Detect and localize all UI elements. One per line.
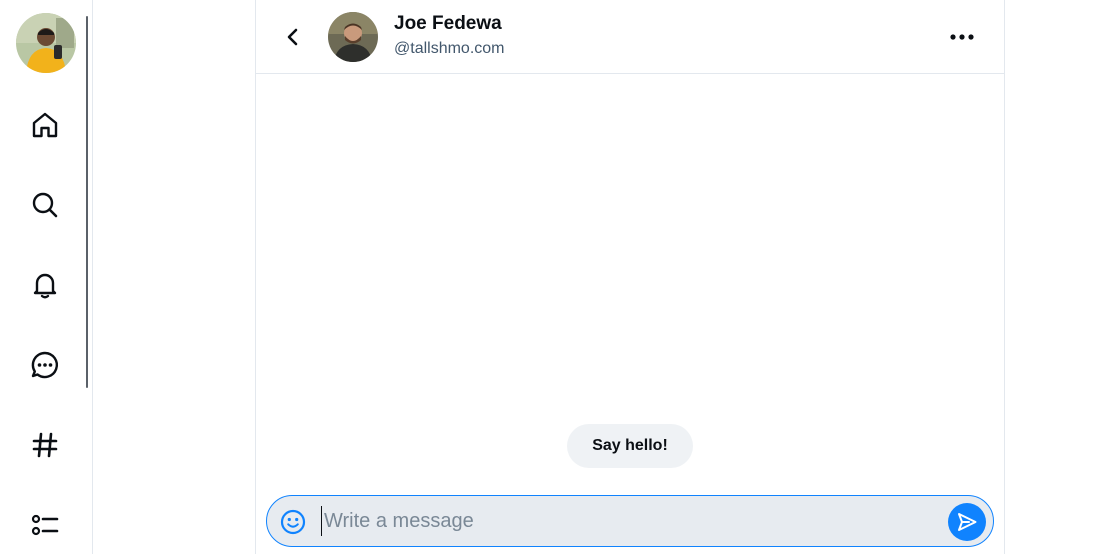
say-hello-chip[interactable]: Say hello! xyxy=(567,424,693,468)
partner-handle: @tallshmo.com xyxy=(394,40,505,57)
conversation-panel: Joe Fedewa @tallshmo.com Say hello! xyxy=(255,0,1005,554)
hashtag-icon xyxy=(32,432,58,458)
more-dots-icon xyxy=(950,34,974,40)
send-button[interactable] xyxy=(948,503,986,541)
send-icon xyxy=(958,513,977,531)
chevron-left-icon xyxy=(287,28,298,46)
home-icon xyxy=(32,112,58,138)
list-icon xyxy=(31,514,59,536)
nav-notifications[interactable] xyxy=(25,265,65,305)
bell-icon xyxy=(33,273,57,299)
emoji-button[interactable] xyxy=(279,508,307,536)
more-options-button[interactable] xyxy=(944,24,980,50)
search-icon xyxy=(32,192,58,218)
rail-scrollbar[interactable] xyxy=(86,16,88,388)
chat-bubble-icon xyxy=(31,351,58,379)
conversation-header: Joe Fedewa @tallshmo.com xyxy=(256,0,1004,74)
back-button[interactable] xyxy=(278,22,308,52)
message-input[interactable] xyxy=(321,506,921,536)
emoji-smile-icon xyxy=(280,509,306,535)
partner-name[interactable]: Joe Fedewa xyxy=(394,13,502,35)
nav-lists[interactable] xyxy=(25,505,65,545)
left-nav-rail xyxy=(0,0,93,554)
nav-home[interactable] xyxy=(25,105,65,145)
user-avatar[interactable] xyxy=(16,13,76,73)
nav-search[interactable] xyxy=(25,185,65,225)
nav-feeds[interactable] xyxy=(25,425,65,465)
message-composer xyxy=(266,495,994,547)
nav-chat[interactable] xyxy=(25,345,65,385)
partner-avatar[interactable] xyxy=(328,12,378,62)
